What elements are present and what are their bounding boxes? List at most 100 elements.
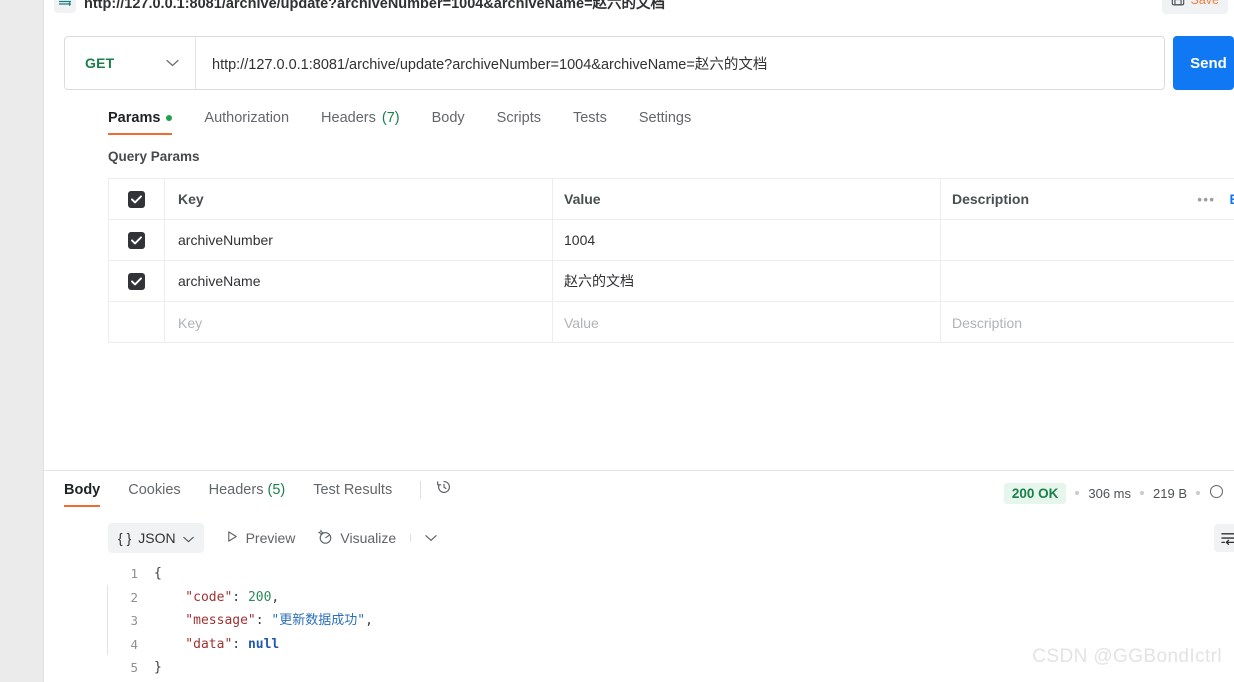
separator-dot-icon [1196,491,1200,495]
response-status-bar: 200 OK 306 ms 219 B [1003,478,1224,508]
watermark: CSDN @GGBondIctrl [1032,646,1222,667]
line-number: 2 [130,589,138,605]
response-tab-cookies[interactable]: Cookies [128,482,180,507]
response-tab-headers[interactable]: Headers (5) [209,482,286,507]
param-value-input-empty[interactable]: Value [553,302,941,343]
tab-scripts[interactable]: Scripts [497,110,555,135]
row-checkbox[interactable] [128,231,145,249]
param-description-input[interactable] [941,220,1234,260]
row-select-cell [109,261,165,301]
save-button[interactable]: Save [1161,0,1228,14]
open-request-tab[interactable]: http://127.0.0.1:8081/archive/update?arc… [54,0,665,17]
more-options-icon[interactable]: ••• [1197,192,1215,207]
response-tab-test-results[interactable]: Test Results [313,482,392,507]
tab-headers-label: Headers [321,110,376,126]
braces-icon: { } [118,530,132,546]
code-text: "data": null [154,636,280,652]
response-format-select[interactable]: { } JSON [108,523,204,553]
tab-authorization-label: Authorization [204,110,290,126]
param-key-input-empty[interactable]: Key [165,302,553,343]
tab-authorization[interactable]: Authorization [204,110,303,135]
row-checkbox[interactable] [128,272,145,290]
visualize-button[interactable]: Visualize [317,528,397,548]
method-select[interactable]: GET [65,37,196,89]
response-format-label: JSON [138,530,176,546]
save-button-label: Save [1190,0,1220,7]
preview-button[interactable]: Preview [226,530,296,546]
info-icon[interactable] [1209,484,1224,502]
left-gutter [0,0,44,682]
request-tab-title: http://127.0.0.1:8081/archive/update?arc… [84,0,666,12]
param-description-input[interactable] [941,261,1234,301]
separator-dot-icon [1075,491,1080,495]
request-tabs: Params Authorization Headers (7) Body Sc… [108,103,705,135]
chevron-down-icon [166,54,179,72]
line-number: 1 [130,566,138,581]
code-line: 1 { [108,562,1234,586]
tab-settings[interactable]: Settings [639,110,705,135]
url-bar: GET http://127.0.0.1:8081/archive/update… [64,36,1234,90]
code-text: "message": "更新数据成功", [154,613,373,628]
tab-tests-label: Tests [572,110,607,126]
panel-splitter[interactable] [44,470,1234,471]
code-text: { [154,566,162,581]
tab-params[interactable]: Params [108,110,186,135]
status-badge: 200 OK [1003,482,1067,504]
table-row: archiveName 赵六的文档 [109,261,1234,302]
tab-params-label: Params [108,110,161,126]
url-input[interactable]: http://127.0.0.1:8081/archive/update?arc… [196,37,1164,89]
line-number: 5 [130,660,138,675]
response-body-toolbar: { } JSON Preview Visualize [108,522,1234,554]
bulk-edit-button[interactable]: Bulk Edit [1229,192,1234,207]
param-key-input[interactable]: archiveName [165,261,553,301]
param-value-input[interactable]: 赵六的文档 [553,261,941,301]
tab-body-label: Body [431,110,465,126]
response-time: 306 ms [1088,485,1132,501]
table-header-row: Key Value Description ••• Bulk Edit [109,179,1234,220]
word-wrap-button[interactable] [1214,524,1234,552]
chevron-down-icon [182,530,194,546]
response-tab-body[interactable]: Body [64,482,101,507]
response-tab-headers-label: Headers [208,481,264,498]
history-icon[interactable] [435,478,453,501]
tab-tests[interactable]: Tests [573,110,621,135]
tab-headers[interactable]: Headers (7) [321,110,414,135]
column-header-key: Key [165,179,553,219]
divider [420,480,422,499]
row-select-cell [109,302,165,343]
response-tab-headers-count: (5) [267,481,286,498]
request-tab-strip: http://127.0.0.1:8081/archive/update?arc… [44,0,1234,17]
response-tabs: Body Cookies Headers (5) Test Results [64,478,453,510]
url-box: GET http://127.0.0.1:8081/archive/update… [64,36,1165,90]
separator-dot-icon [1140,491,1145,495]
tab-body[interactable]: Body [432,110,479,135]
code-line: 3 "message": "更新数据成功", [108,609,1234,633]
visualize-icon [317,528,333,548]
tab-scripts-label: Scripts [496,110,541,126]
send-button[interactable]: Send [1173,36,1234,90]
row-select-cell [109,220,165,260]
bulk-edit-group: ••• Bulk Edit [1197,179,1234,220]
select-all-checkbox[interactable] [128,190,145,208]
table-row-empty: Key Value Description [109,302,1234,343]
preview-label: Preview [245,530,296,546]
code-text: "code": 200, [154,589,280,605]
table-row: archiveNumber 1004 [109,220,1234,261]
visualize-label: Visualize [340,530,397,546]
column-header-value: Value [553,179,941,219]
param-key-input[interactable]: archiveNumber [165,220,553,260]
chevron-down-icon [425,535,437,542]
main-panel: http://127.0.0.1:8081/archive/update?arc… [44,0,1234,682]
param-description-input-empty[interactable]: Description [941,302,1234,343]
app-root: http://127.0.0.1:8081/archive/update?arc… [0,0,1234,682]
line-number: 4 [130,636,138,652]
code-line: 2 "code": 200, [108,586,1234,610]
tab-headers-count: (7) [381,110,400,126]
code-text: } [154,660,162,675]
save-icon [1171,0,1184,6]
more-view-options-button[interactable] [410,534,437,542]
param-value-input[interactable]: 1004 [553,220,941,260]
select-all-cell [109,179,165,219]
query-params-table: Key Value Description ••• Bulk Edit arch… [108,178,1234,343]
tab-settings-label: Settings [638,110,692,126]
